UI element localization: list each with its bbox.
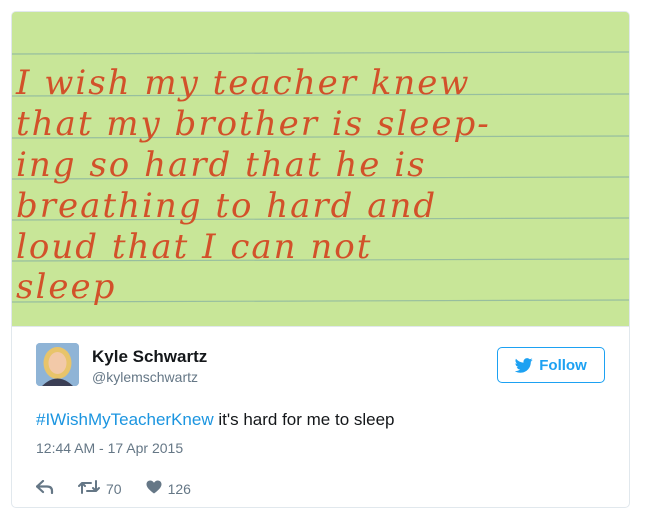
note-line-2: that my brother is sleep- — [16, 104, 491, 144]
retweet-count: 70 — [106, 480, 122, 497]
retweet-icon — [78, 480, 100, 497]
retweet-button[interactable]: 70 — [78, 480, 122, 497]
tweet-body: it's hard for me to sleep — [213, 410, 395, 429]
note-line-3: ing so hard that he is — [16, 145, 427, 185]
tweet-photo[interactable]: I wish my teacher knew that my brother i… — [12, 12, 629, 327]
note-line-4: breathing to hard and — [16, 186, 437, 226]
tweet-text: #IWishMyTeacherKnew it's hard for me to … — [36, 410, 395, 430]
author-handle[interactable]: @kylemschwartz — [92, 369, 198, 385]
note-line-6: sleep — [16, 267, 116, 307]
avatar[interactable] — [36, 343, 79, 386]
tweet-card: I wish my teacher knew that my brother i… — [11, 11, 630, 508]
reply-button[interactable] — [35, 479, 54, 497]
tweet-timestamp[interactable]: 12:44 AM - 17 Apr 2015 — [36, 440, 183, 456]
follow-button[interactable]: Follow — [497, 347, 605, 383]
note-line-5: loud that I can not — [16, 227, 372, 267]
follow-label: Follow — [539, 356, 587, 374]
handwritten-note-image: I wish my teacher knew that my brother i… — [12, 12, 629, 326]
heart-icon — [146, 480, 162, 497]
like-count: 126 — [167, 480, 191, 497]
tweet-actions: 70 126 — [35, 479, 191, 497]
twitter-bird-icon — [515, 357, 533, 373]
hashtag-link[interactable]: #IWishMyTeacherKnew — [36, 410, 214, 429]
like-button[interactable]: 126 — [146, 480, 191, 497]
note-line-1: I wish my teacher knew — [15, 63, 471, 103]
author-name[interactable]: Kyle Schwartz — [92, 347, 207, 367]
tweet-header: Kyle Schwartz @kylemschwartz Follow — [36, 343, 605, 387]
reply-icon — [35, 479, 54, 497]
